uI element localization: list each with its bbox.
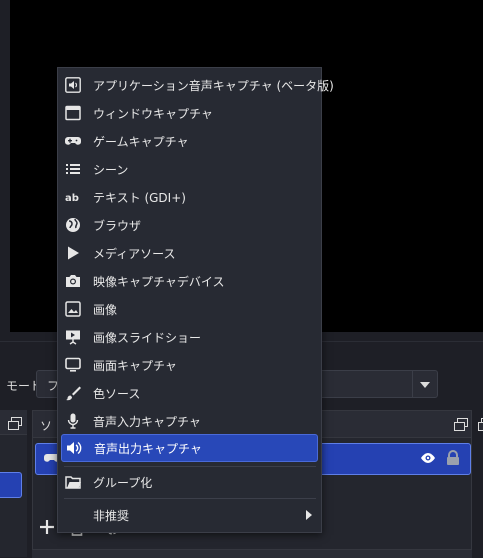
menu-item-label: 画像スライドショー [93,331,202,345]
visibility-eye-icon[interactable] [420,452,436,464]
menu-item-label: メディアソース [93,247,176,261]
menu-item-audio-output[interactable]: 音声出力キャプチャ [61,434,318,462]
scenes-dock-header [0,410,27,435]
menu-item-label: アプリケーション音声キャプチャ (ベータ版) [93,79,334,93]
menu-item-scene[interactable]: シーン [59,155,320,183]
right-dock-edge [474,410,483,557]
menu-item-video-capture[interactable]: 映像キャプチャデバイス [59,267,320,295]
menu-item-label: グループ化 [93,476,153,490]
slideshow-icon [65,329,81,345]
scene-item-selected[interactable] [0,472,22,498]
menu-item-label: 音声入力キャプチャ [93,415,201,429]
text-icon: ab [65,189,81,205]
menu-item-image[interactable]: 画像 [59,295,320,323]
menu-item-label: シーン [93,163,129,177]
folder-icon [65,474,81,490]
menu-item-label: 色ソース [93,387,141,401]
scenes-dock [0,410,27,557]
add-source-icon[interactable] [38,518,58,538]
brush-icon [65,385,81,401]
camera-icon [65,273,81,289]
app-audio-icon [65,77,81,93]
sources-dock-title: ソ [40,419,53,433]
dock-float-icon[interactable] [478,418,483,431]
menu-item-label: テキスト (GDI+) [93,191,186,205]
monitor-icon [65,357,81,373]
menu-item-color[interactable]: 色ソース [59,379,320,407]
speaker-icon [66,440,82,456]
dock-float-icon[interactable] [454,418,468,431]
menu-item-label: ブラウザ [93,219,142,233]
menu-item-label: 非推奨 [93,509,130,523]
microphone-icon [65,413,81,429]
menu-item-browser[interactable]: ブラウザ [59,211,320,239]
menu-item-deprecated[interactable]: 非推奨 [59,501,320,529]
menu-item-label: 画面キャプチャ [93,359,177,373]
svg-text:ab: ab [65,193,79,204]
menu-item-label: 画像 [93,303,118,317]
menu-item-label: ゲームキャプチャ [93,135,189,149]
menu-item-label: 音声出力キャプチャ [94,442,202,456]
menu-separator [64,466,316,467]
menu-item-text[interactable]: ab テキスト (GDI+) [59,183,320,211]
image-icon [65,301,81,317]
add-source-menu: アプリケーション音声キャプチャ (ベータ版) ウィンドウキャプチャ ゲームキャプ… [57,67,334,533]
menu-item-label: ウィンドウキャプチャ [93,107,213,121]
menu-item-app-audio[interactable]: アプリケーション音声キャプチャ (ベータ版) [59,71,334,99]
menu-item-slideshow[interactable]: 画像スライドショー [59,323,320,351]
list-icon [65,161,81,177]
menu-item-group[interactable]: グループ化 [59,468,320,496]
lock-icon[interactable] [446,450,460,466]
submenu-arrow-icon [306,510,312,520]
play-icon [65,245,81,261]
globe-icon [65,217,81,233]
window-icon [65,105,81,121]
chevron-down-icon[interactable] [412,371,437,397]
dock-float-icon[interactable] [8,417,22,430]
gamepad-icon [65,133,81,149]
menu-item-label: 映像キャプチャデバイス [93,275,225,289]
menu-item-window[interactable]: ウィンドウキャプチャ [59,99,320,127]
menu-item-display[interactable]: 画面キャプチャ [59,351,320,379]
menu-separator [64,498,316,499]
menu-item-game[interactable]: ゲームキャプチャ [59,127,320,155]
menu-item-media[interactable]: メディアソース [59,239,320,267]
menu-item-audio-input[interactable]: 音声入力キャプチャ [59,407,320,435]
left-gutter [0,0,10,340]
